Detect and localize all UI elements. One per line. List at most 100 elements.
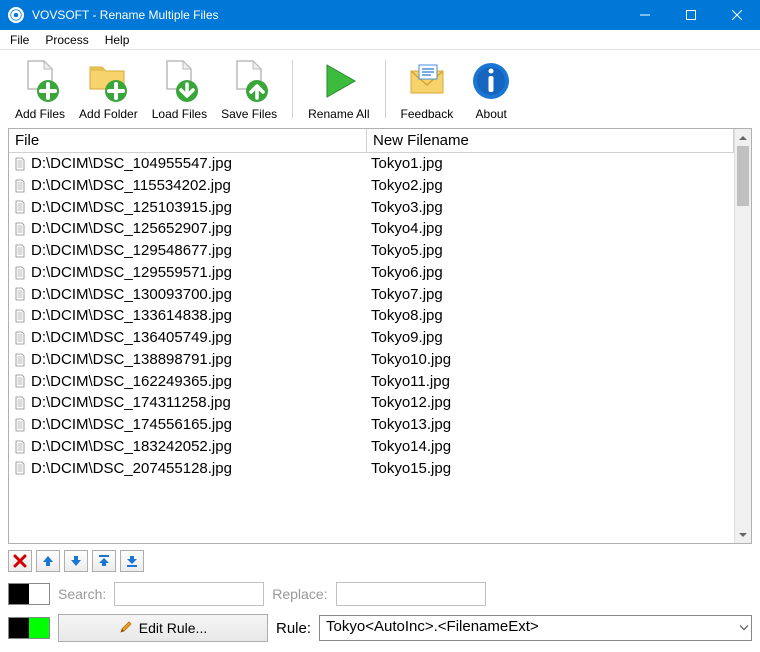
rename-all-button[interactable]: Rename All [301,54,376,124]
feedback-label: Feedback [401,107,454,121]
search-input[interactable] [114,582,264,606]
table-row[interactable]: D:\DCIM\DSC_133614838.jpgTokyo8.jpg [9,305,734,327]
cell-file: D:\DCIM\DSC_133614838.jpg [9,305,367,327]
rule-label: Rule: [276,620,311,637]
cell-file: D:\DCIM\DSC_136405749.jpg [9,327,367,349]
file-upload-icon [225,57,273,105]
scroll-down-button[interactable] [735,526,751,543]
table-row[interactable]: D:\DCIM\DSC_162249365.jpgTokyo11.jpg [9,371,734,393]
scroll-track[interactable] [735,146,751,526]
document-icon [13,353,27,367]
toolbar-separator [292,60,293,118]
document-icon [13,157,27,171]
scroll-thumb[interactable] [737,146,749,206]
table-row[interactable]: D:\DCIM\DSC_129548677.jpgTokyo5.jpg [9,240,734,262]
document-icon [13,331,27,345]
load-files-button[interactable]: Load Files [145,54,214,124]
document-icon [13,374,27,388]
table-row[interactable]: D:\DCIM\DSC_174556165.jpg Tokyo13.jpg [9,414,734,436]
file-path: D:\DCIM\DSC_174311258.jpg [31,392,231,414]
rule-row: Edit Rule... Rule: Tokyo<AutoInc>.<Filen… [0,610,760,652]
cell-new-filename: Tokyo4.jpg [367,218,734,240]
cell-file: D:\DCIM\DSC_207455128.jpg [9,458,367,480]
table-row[interactable]: D:\DCIM\DSC_115534202.jpgTokyo2.jpg [9,175,734,197]
add-files-label: Add Files [15,107,65,121]
load-files-label: Load Files [152,107,207,121]
scroll-up-button[interactable] [735,129,751,146]
add-files-button[interactable]: Add Files [8,54,72,124]
cell-file: D:\DCIM\DSC_174556165.jpg [9,414,367,436]
delete-button[interactable] [8,550,32,572]
file-path: D:\DCIM\DSC_129559571.jpg [31,262,232,284]
table-row[interactable]: D:\DCIM\DSC_104955547.jpg Tokyo1.jpg [9,153,734,175]
search-color-swatch[interactable] [8,583,50,605]
document-icon [13,418,27,432]
header-new[interactable]: New Filename [367,129,734,152]
menu-help[interactable]: Help [97,31,138,49]
header-file[interactable]: File [9,129,367,152]
scrollbar[interactable] [734,129,751,543]
minimize-button[interactable] [622,0,668,30]
close-button[interactable] [714,0,760,30]
file-list: File New Filename D:\DCIM\DSC_104955547.… [8,128,752,544]
list-body[interactable]: D:\DCIM\DSC_104955547.jpgTokyo1.jpgD:\DC… [9,153,734,543]
cell-new-filename: Tokyo14.jpg [367,436,734,458]
cell-new-filename: Tokyo9.jpg [367,327,734,349]
save-files-label: Save Files [221,107,277,121]
file-path: D:\DCIM\DSC_104955547.jpg [31,153,232,175]
document-icon [13,244,27,258]
cell-file: D:\DCIM\DSC_174311258.jpg [9,392,367,414]
edit-rule-label: Edit Rule... [139,620,207,636]
table-row[interactable]: D:\DCIM\DSC_207455128.jpgTokyo15.jpg [9,458,734,480]
table-row[interactable]: D:\DCIM\DSC_130093700.jpgTokyo7.jpg [9,284,734,306]
cell-file: D:\DCIM\DSC_183242052.jpg [9,436,367,458]
cell-file: D:\DCIM\DSC_129548677.jpg [9,240,367,262]
file-download-icon [155,57,203,105]
move-top-button[interactable] [92,550,116,572]
cell-new-filename: Tokyo1.jpg [367,153,734,175]
move-bottom-button[interactable] [120,550,144,572]
document-icon [13,266,27,280]
file-path: D:\DCIM\DSC_174556165.jpg [31,414,232,436]
cell-new-filename: Tokyo8.jpg [367,305,734,327]
move-up-button[interactable] [36,550,60,572]
rule-value: Tokyo<AutoInc>.<FilenameExt> [326,618,539,635]
search-label: Search: [58,586,106,602]
table-row[interactable]: D:\DCIM\DSC_138898791.jpgTokyo10.jpg [9,349,734,371]
play-icon [315,57,363,105]
edit-rule-button[interactable]: Edit Rule... [58,614,268,642]
table-row[interactable]: D:\DCIM\DSC_136405749.jpgTokyo9.jpg [9,327,734,349]
cell-new-filename: Tokyo12.jpg [367,392,734,414]
rule-combobox[interactable]: Tokyo<AutoInc>.<FilenameExt> [319,615,752,641]
rename-all-label: Rename All [308,107,369,121]
cell-new-filename: Tokyo15.jpg [367,458,734,480]
toolbar-separator [385,60,386,118]
rule-color-swatch[interactable] [8,617,50,639]
file-path: D:\DCIM\DSC_162249365.jpg [31,371,232,393]
about-button[interactable]: About [460,54,522,124]
table-row[interactable]: D:\DCIM\DSC_125103915.jpgTokyo3.jpg [9,197,734,219]
file-path: D:\DCIM\DSC_115534202.jpg [31,175,231,197]
pencil-icon [119,620,133,637]
table-row[interactable]: D:\DCIM\DSC_183242052.jpg Tokyo14.jpg [9,436,734,458]
save-files-button[interactable]: Save Files [214,54,284,124]
replace-input[interactable] [336,582,486,606]
maximize-button[interactable] [668,0,714,30]
move-down-button[interactable] [64,550,88,572]
app-icon [8,7,24,23]
menu-file[interactable]: File [2,31,37,49]
action-row [0,550,760,578]
document-icon [13,200,27,214]
list-header: File New Filename [9,129,734,153]
file-path: D:\DCIM\DSC_183242052.jpg [31,436,232,458]
add-folder-button[interactable]: Add Folder [72,54,145,124]
toolbar: Add Files Add Folder Load Files [0,50,760,126]
table-row[interactable]: D:\DCIM\DSC_129559571.jpgTokyo6.jpg [9,262,734,284]
table-row[interactable]: D:\DCIM\DSC_174311258.jpg Tokyo12.jpg [9,392,734,414]
feedback-button[interactable]: Feedback [394,54,461,124]
table-row[interactable]: D:\DCIM\DSC_125652907.jpgTokyo4.jpg [9,218,734,240]
file-path: D:\DCIM\DSC_129548677.jpg [31,240,232,262]
document-icon [13,309,27,323]
menu-process[interactable]: Process [37,31,96,49]
cell-new-filename: Tokyo13.jpg [367,414,734,436]
